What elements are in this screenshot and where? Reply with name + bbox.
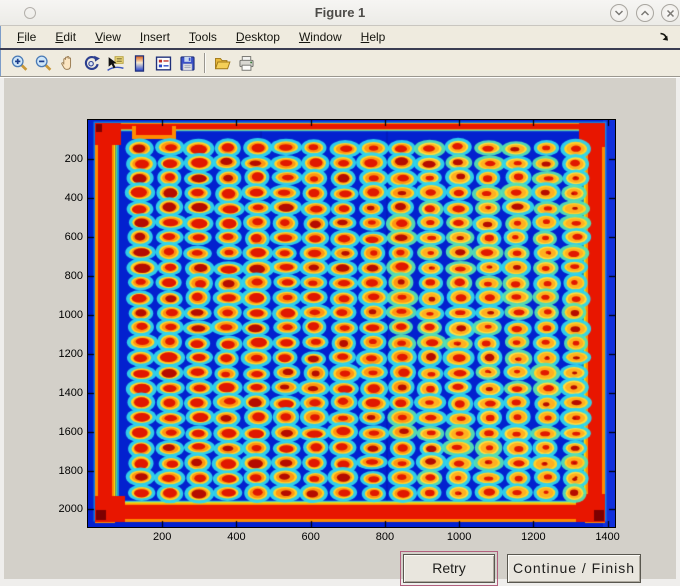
open-file-button[interactable]: [210, 52, 234, 74]
dock-figure-icon[interactable]: [656, 29, 672, 45]
print-figure-button[interactable]: [234, 52, 258, 74]
insert-legend-button[interactable]: [151, 52, 175, 74]
x-tick-label: 400: [227, 531, 246, 543]
insert-colorbar-button[interactable]: [127, 52, 151, 74]
open-folder-icon: [214, 57, 231, 69]
continue-finish-button[interactable]: Continue / Finish: [507, 554, 641, 583]
title-bar: Figure 1: [0, 0, 680, 26]
shade-button[interactable]: [610, 4, 628, 22]
close-button[interactable]: [661, 4, 679, 22]
y-tick-label: 600: [64, 230, 83, 243]
menu-bar: File Edit View Insert Tools Desktop Wind…: [0, 26, 680, 48]
chevron-up-icon: [640, 10, 650, 16]
x-tick-label: 1200: [521, 531, 546, 543]
x-tick-label: 1400: [595, 531, 620, 543]
x-tick-label: 600: [301, 531, 320, 543]
menu-edit[interactable]: Edit: [49, 28, 82, 46]
printer-icon: [238, 55, 254, 71]
y-tick-label: 2000: [58, 503, 83, 516]
retry-button[interactable]: Retry: [400, 551, 498, 586]
colorbar-icon: [134, 54, 144, 72]
figure-toolbar: [0, 50, 680, 76]
chevron-down-icon: [614, 10, 624, 16]
y-tick-label: 1600: [58, 425, 83, 438]
y-tick-label: 1200: [58, 347, 83, 360]
close-icon: [666, 9, 674, 17]
zoom-out-button[interactable]: [31, 52, 55, 74]
y-tick-label: 400: [64, 191, 83, 204]
pan-hand-icon: [60, 55, 71, 70]
y-tick-label: 1800: [58, 464, 83, 477]
toolbar-separator: [204, 53, 205, 73]
zoom-in-button[interactable]: [7, 52, 31, 74]
zoom-in-icon: [11, 54, 27, 71]
pan-button[interactable]: [55, 52, 79, 74]
data-cursor-button[interactable]: [103, 52, 127, 74]
menu-help[interactable]: Help: [355, 28, 392, 46]
legend-icon: [155, 55, 171, 71]
menu-view[interactable]: View: [89, 28, 127, 46]
maximize-button[interactable]: [636, 4, 654, 22]
zoom-out-icon: [35, 54, 51, 71]
x-tick-label: 800: [375, 531, 395, 543]
y-tick-label: 1400: [58, 386, 83, 399]
save-icon: [179, 55, 195, 71]
y-tick-label: 200: [64, 152, 83, 165]
x-tick-label: 1000: [446, 531, 472, 543]
menu-file[interactable]: File: [11, 28, 42, 46]
window-title: Figure 1: [314, 5, 366, 20]
menu-insert[interactable]: Insert: [134, 28, 176, 46]
menu-window[interactable]: Window: [293, 28, 348, 46]
y-tick-label: 1000: [58, 308, 83, 321]
data-cursor-icon: [106, 55, 124, 71]
menu-tools[interactable]: Tools: [183, 28, 223, 46]
axes-frame: [87, 119, 616, 528]
microarray-plate-image[interactable]: [88, 120, 615, 527]
rotate-3d-button[interactable]: [79, 52, 103, 74]
y-tick-label: 800: [64, 269, 83, 282]
menu-desktop[interactable]: Desktop: [230, 28, 286, 46]
rotate-3d-icon: [84, 55, 100, 70]
save-figure-button[interactable]: [175, 52, 199, 74]
x-tick-label: 200: [153, 531, 172, 543]
